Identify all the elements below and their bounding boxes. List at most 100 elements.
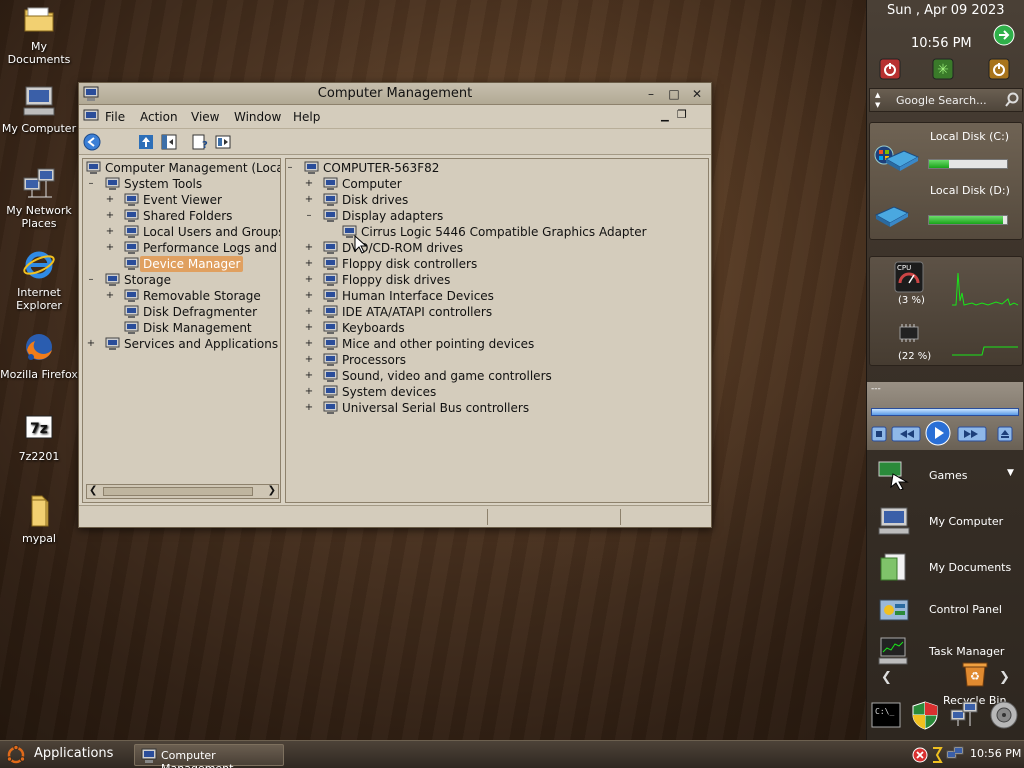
expand-plus-icon[interactable]: + (304, 243, 314, 253)
recycle-bin-icon[interactable]: ♻ (961, 660, 989, 688)
expand-plus-icon[interactable]: + (304, 307, 314, 317)
tree-node[interactable]: + Universal Serial Bus controllers (286, 400, 708, 416)
tree-node[interactable]: + Disk drives (286, 192, 708, 208)
tree-node[interactable]: + Removable Storage (83, 288, 280, 304)
maximize-button[interactable]: □ (666, 86, 682, 102)
tree-node[interactable]: Cirrus Logic 5446 Compatible Graphics Ad… (286, 224, 708, 240)
close-button[interactable]: ✕ (689, 86, 705, 102)
tree-node[interactable]: + Services and Applications (83, 336, 280, 352)
tree-node[interactable]: + Computer (286, 176, 708, 192)
desktop-icon-mypal[interactable]: mypal (0, 494, 78, 545)
tree-node[interactable]: + Human Interface Devices (286, 288, 708, 304)
tray-network-icon[interactable] (946, 746, 964, 764)
expand-plus-icon[interactable]: + (304, 403, 314, 413)
menu-window[interactable]: Window (234, 110, 281, 124)
network-connections-icon[interactable] (949, 700, 979, 728)
expand-plus-icon[interactable]: + (304, 355, 314, 365)
tree-node[interactable]: + Mice and other pointing devices (286, 336, 708, 352)
command-prompt-icon[interactable]: C:\_ (871, 702, 901, 728)
tree-node[interactable]: + DVD/CD-ROM drives (286, 240, 708, 256)
expand-plus-icon[interactable]: + (105, 227, 115, 237)
expand-plus-icon[interactable]: + (105, 243, 115, 253)
restart-icon[interactable]: ✳ (932, 58, 954, 80)
desktop-icon-mozilla-firefox[interactable]: Mozilla Firefox (0, 330, 78, 381)
next-icon[interactable] (957, 426, 987, 442)
expand-plus-icon[interactable]: + (304, 179, 314, 189)
tree-node[interactable]: + Event Viewer (83, 192, 280, 208)
expand-plus-icon[interactable]: + (105, 211, 115, 221)
scroll-right-arrow-icon[interactable]: ❯ (268, 485, 276, 496)
expand-plus-icon[interactable]: + (105, 195, 115, 205)
scroll-left-arrow-icon[interactable]: ❮ (89, 485, 97, 496)
show-hide-tree-icon[interactable] (160, 133, 178, 151)
child-restore-icon[interactable]: ❐ (677, 108, 687, 121)
help-icon[interactable]: ? (191, 133, 209, 151)
sidebar-left-arrow-icon[interactable]: ❮ (881, 670, 892, 685)
tree-node[interactable]: – COMPUTER-563F82 (286, 160, 708, 176)
tray-clock[interactable]: 10:56 PM (970, 747, 1021, 760)
tree-node[interactable]: + Processors (286, 352, 708, 368)
shutdown-icon[interactable] (879, 58, 901, 80)
stop-icon[interactable] (871, 426, 887, 442)
menu-help[interactable]: Help (293, 110, 320, 124)
scroll-thumb[interactable] (103, 487, 253, 496)
tree-node[interactable]: + Local Users and Groups (83, 224, 280, 240)
tree-node[interactable]: Computer Management (Local (83, 160, 280, 176)
expand-plus-icon[interactable]: + (304, 259, 314, 269)
console-tree-pane[interactable]: Computer Management (Local – System Tools +… (82, 158, 281, 503)
child-minimize-icon[interactable]: ▁ (661, 111, 669, 122)
minimize-button[interactable]: – (643, 86, 659, 102)
tree-node[interactable]: + Performance Logs and A (83, 240, 280, 256)
expand-plus-icon[interactable]: + (304, 275, 314, 285)
search-icon[interactable] (1004, 92, 1020, 108)
desktop-icon-internet-explorer[interactable]: Internet Explorer (0, 248, 78, 312)
expand-plus-icon[interactable]: + (304, 371, 314, 381)
menu-action[interactable]: Action (140, 110, 178, 124)
security-shield-icon[interactable] (911, 700, 939, 730)
search-input[interactable]: Google Search... (896, 94, 987, 107)
desktop-icon-my-computer[interactable]: My Computer (0, 84, 78, 135)
applications-menu-button[interactable]: Applications (6, 744, 118, 766)
expand-plus-icon[interactable]: + (86, 339, 96, 349)
sidebar-link-my-documents[interactable]: My Documents (867, 546, 1023, 588)
tree-node[interactable]: + Keyboards (286, 320, 708, 336)
logoff-icon[interactable] (988, 58, 1010, 80)
horizontal-scrollbar[interactable]: ❮ ❯ (86, 484, 279, 499)
sidebar-right-arrow-icon[interactable]: ❯ (999, 670, 1010, 685)
tree-node[interactable]: + Sound, video and game controllers (286, 368, 708, 384)
properties-icon[interactable] (214, 133, 232, 151)
tree-node[interactable]: Disk Management (83, 320, 280, 336)
desktop-icon-my-network-places[interactable]: My Network Places (0, 166, 78, 230)
collapse-minus-icon[interactable]: – (286, 163, 295, 173)
desktop-icon-my-documents[interactable]: My Documents (0, 2, 78, 66)
device-tree-pane[interactable]: – COMPUTER-563F82 + Computer + Disk drives – Di… (285, 158, 709, 503)
back-arrow-icon[interactable] (83, 133, 101, 151)
expand-plus-icon[interactable]: + (304, 339, 314, 349)
desktop-icon-7z2201[interactable]: 7z 7z2201 (0, 412, 78, 463)
tree-node[interactable]: – Storage (83, 272, 280, 288)
window-titlebar[interactable]: Computer Management – □ ✕ (79, 83, 711, 105)
expand-plus-icon[interactable]: + (304, 291, 314, 301)
expand-plus-icon[interactable]: + (304, 387, 314, 397)
tray-app-icon[interactable] (930, 746, 944, 764)
speaker-icon[interactable] (989, 700, 1019, 730)
search-scroll-arrows-icon[interactable]: ▲ ▼ (875, 90, 880, 110)
search-box[interactable]: ▲ ▼ Google Search... (869, 88, 1023, 112)
taskbar-button-computer-management[interactable]: Computer Management (134, 744, 284, 768)
sidebar-link-games[interactable]: Games ▼ (867, 454, 1023, 496)
expand-plus-icon[interactable]: + (105, 291, 115, 301)
menu-view[interactable]: View (191, 110, 219, 124)
tree-node[interactable]: + Floppy disk controllers (286, 256, 708, 272)
tree-node[interactable]: + Floppy disk drives (286, 272, 708, 288)
collapse-minus-icon[interactable]: – (86, 275, 96, 285)
tree-node[interactable]: + System devices (286, 384, 708, 400)
tree-node[interactable]: + Shared Folders (83, 208, 280, 224)
go-arrow-icon[interactable] (993, 24, 1015, 46)
play-icon[interactable] (925, 420, 951, 446)
eject-icon[interactable] (997, 426, 1013, 442)
computer-management-window[interactable]: Computer Management – □ ✕ File Action Vi… (78, 82, 712, 528)
tray-security-alert-icon[interactable] (912, 747, 928, 763)
expand-plus-icon[interactable]: + (304, 195, 314, 205)
tree-node[interactable]: Device Manager (83, 256, 280, 272)
tree-node[interactable]: Disk Defragmenter (83, 304, 280, 320)
